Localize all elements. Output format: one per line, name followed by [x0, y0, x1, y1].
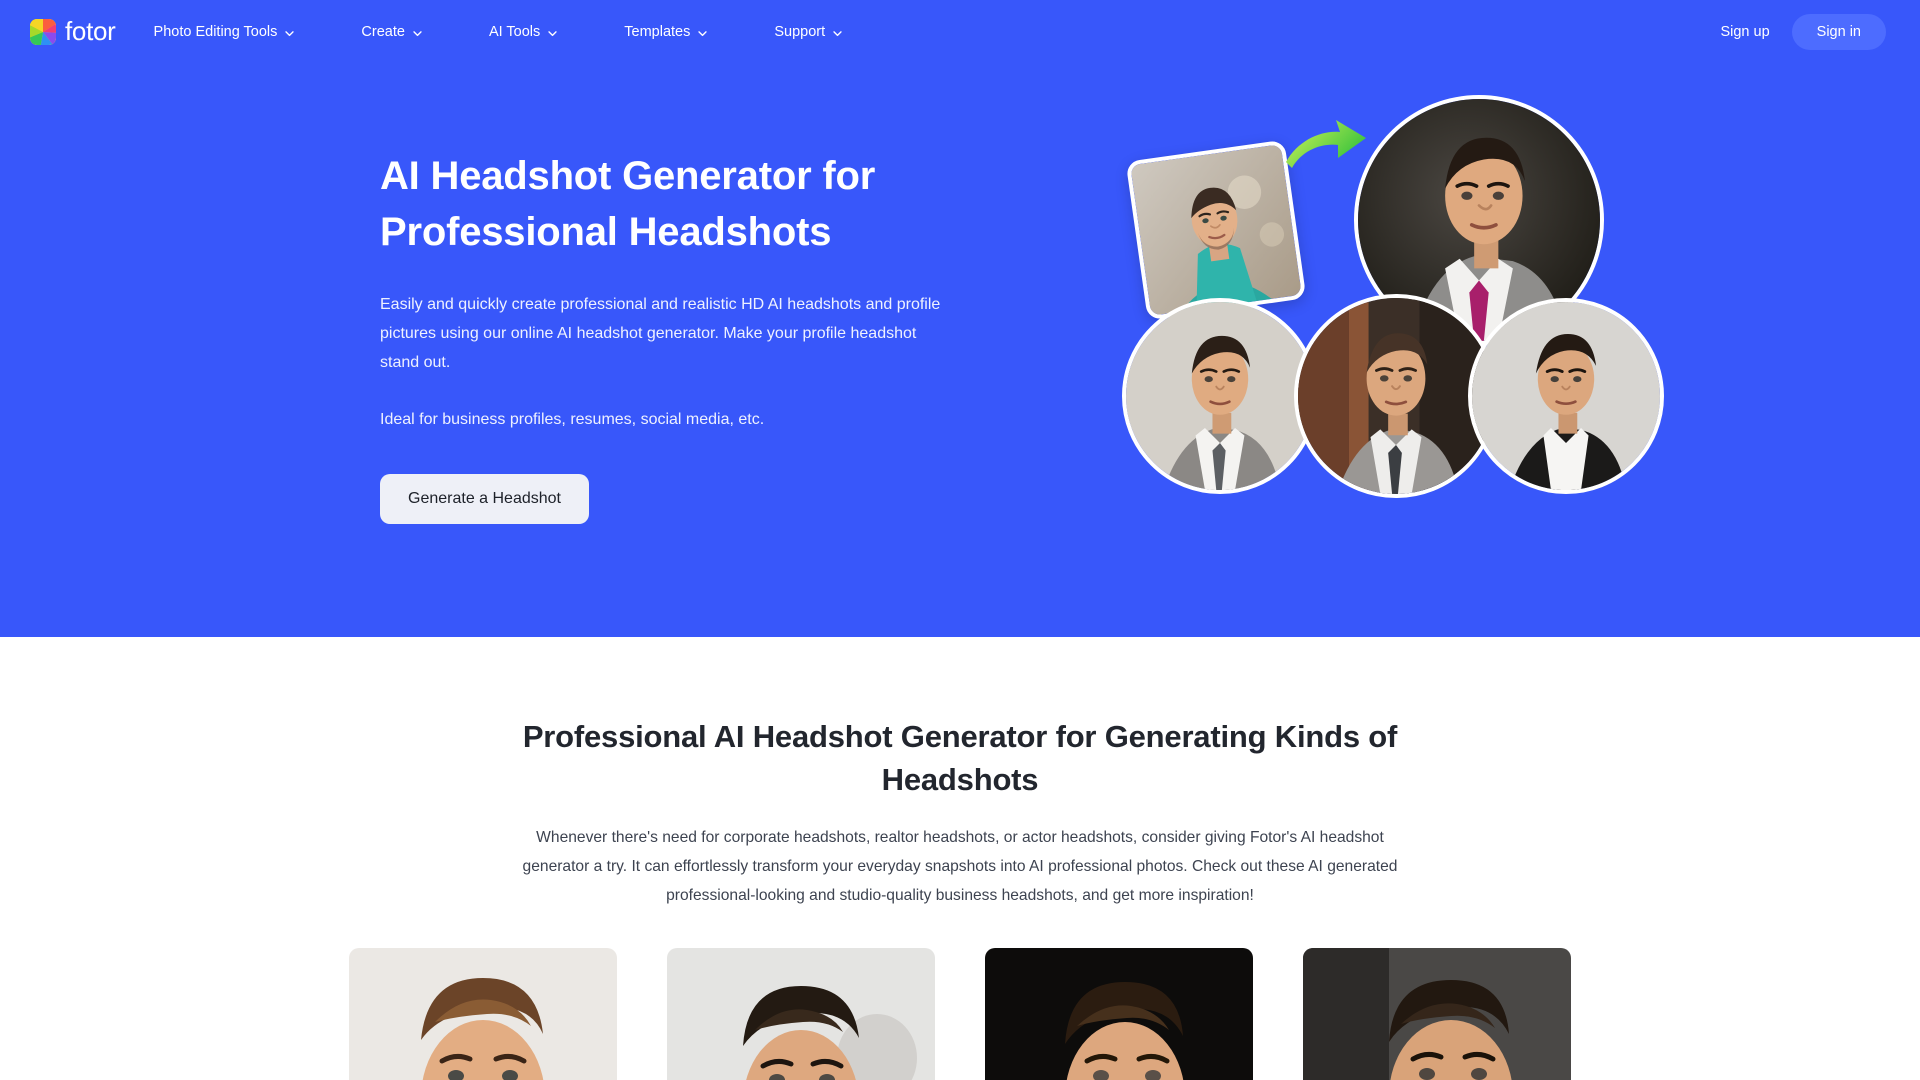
- sign-up-link[interactable]: Sign up: [1712, 18, 1777, 46]
- nav-item-label: Create: [361, 24, 405, 40]
- chevron-down-icon: [697, 28, 708, 39]
- section-title: Professional AI Headshot Generator for G…: [510, 715, 1410, 801]
- headshot-gallery: [0, 948, 1920, 1080]
- nav-item-ai-tools[interactable]: AI Tools: [489, 24, 558, 40]
- sign-in-button[interactable]: Sign in: [1791, 14, 1886, 50]
- gallery-thumbnail-4[interactable]: [1303, 948, 1571, 1080]
- nav-item-label: Templates: [624, 24, 691, 40]
- nav-item-label: Photo Editing Tools: [153, 24, 278, 40]
- nav-item-create[interactable]: Create: [361, 24, 423, 40]
- before-photo: [1125, 139, 1307, 321]
- hero-title: AI Headshot Generator for Professional H…: [380, 148, 970, 260]
- after-photo-1: [1122, 298, 1318, 494]
- fotor-logo[interactable]: fotor: [30, 18, 116, 47]
- hero-paragraph-secondary: Ideal for business profiles, resumes, so…: [380, 411, 765, 428]
- hero-collage: [1100, 95, 1664, 585]
- hero-section: fotor Photo Editing Tools Create AI Tool…: [0, 0, 1920, 637]
- nav-item-label: AI Tools: [488, 24, 541, 40]
- nav-items: Photo Editing Tools Create AI Tools Temp…: [154, 24, 844, 40]
- chevron-down-icon: [284, 28, 295, 39]
- after-photo-3: [1468, 298, 1664, 494]
- hero-title-line-1: AI Headshot Generator for: [380, 154, 876, 198]
- headshot-showcase-section: Professional AI Headshot Generator for G…: [0, 637, 1920, 1080]
- nav-item-photo-editing-tools[interactable]: Photo Editing Tools: [154, 24, 296, 40]
- gallery-thumbnail-2[interactable]: [667, 948, 935, 1080]
- section-title-line-1: Professional AI Headshot Generator for G…: [522, 719, 1267, 754]
- fotor-logo-text: fotor: [65, 15, 116, 46]
- chevron-down-icon: [412, 28, 423, 39]
- hero-copy: AI Headshot Generator for Professional H…: [380, 148, 970, 524]
- fotor-logo-icon: [30, 19, 56, 45]
- gallery-thumbnail-1[interactable]: [349, 948, 617, 1080]
- nav-item-support[interactable]: Support: [774, 24, 843, 40]
- hero-paragraph: Easily and quickly create professional a…: [380, 296, 941, 371]
- hero-title-line-2: Professional Headshots: [380, 210, 832, 254]
- nav-item-templates[interactable]: Templates: [624, 24, 708, 40]
- transform-arrow-icon: [1282, 118, 1368, 180]
- chevron-down-icon: [547, 28, 558, 39]
- nav-item-label: Support: [774, 24, 826, 40]
- auth-actions: Sign up Sign in: [1712, 14, 1886, 50]
- section-paragraph: Whenever there's need for corporate head…: [522, 829, 1398, 904]
- top-navigation-bar: fotor Photo Editing Tools Create AI Tool…: [0, 0, 1920, 64]
- chevron-down-icon: [832, 28, 843, 39]
- gallery-thumbnail-3[interactable]: [985, 948, 1253, 1080]
- generate-a-headshot-button[interactable]: Generate a Headshot: [380, 474, 589, 524]
